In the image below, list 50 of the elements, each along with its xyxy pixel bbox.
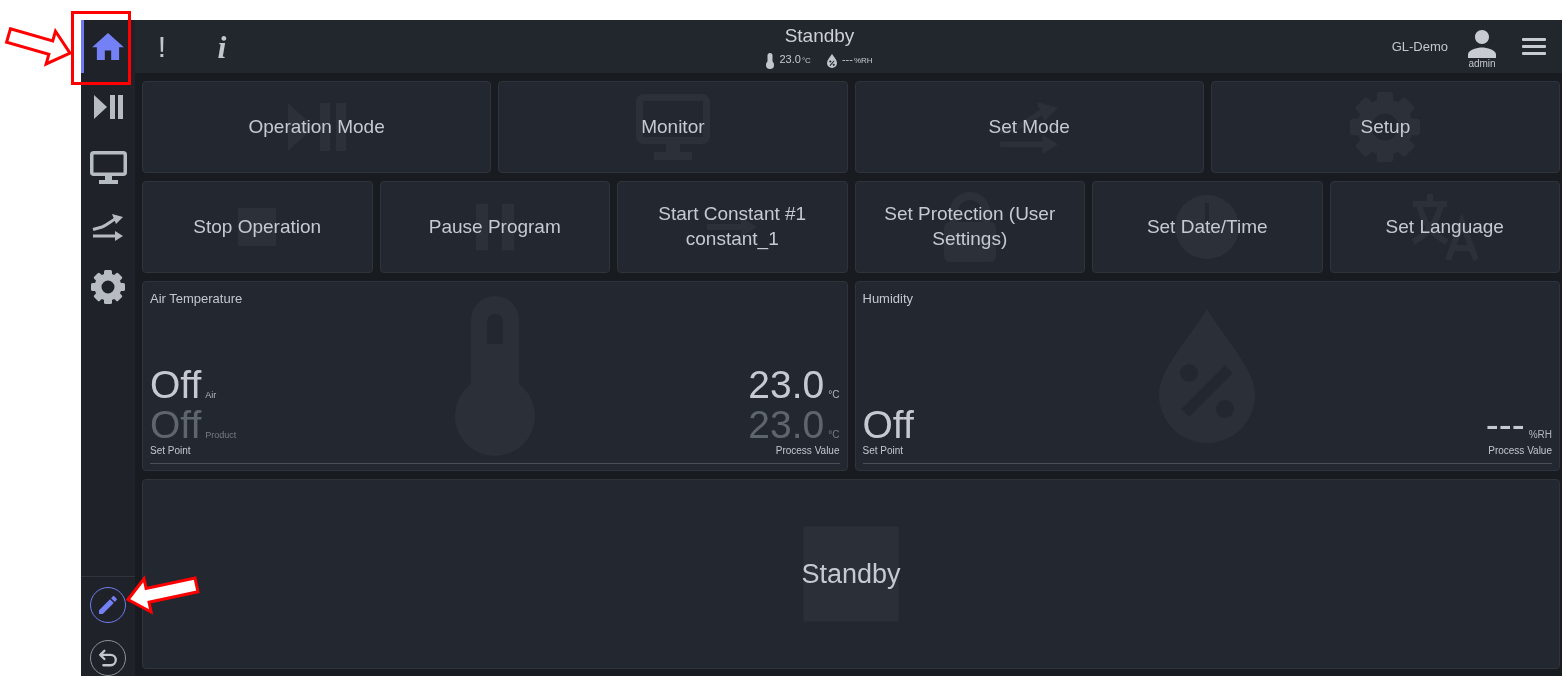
unit-label: %RH	[853, 55, 873, 65]
unit-label: °C	[828, 389, 840, 400]
menu-icon	[1522, 38, 1546, 55]
set-point-value: Off	[150, 365, 202, 405]
action-tile[interactable]: Operation Mode	[142, 81, 492, 173]
set-point-name: Air	[205, 390, 217, 400]
action-tile[interactable]: Set Protection (User Settings)	[854, 181, 1085, 273]
status-text: Standby	[801, 558, 901, 590]
process-value-label: Process Value	[1488, 445, 1552, 457]
info-button[interactable]: i	[207, 28, 237, 65]
action-tile[interactable]: Start Constant #1 constant_1	[617, 181, 848, 273]
home-icon	[92, 33, 124, 60]
action-tile[interactable]: Set Mode	[854, 81, 1204, 173]
person-icon	[1468, 30, 1496, 58]
set-point-value: Off	[150, 405, 202, 445]
set-point-label: Set Point	[150, 445, 191, 457]
set-point-label: Set Point	[862, 445, 904, 457]
reading-value: ---	[841, 52, 853, 65]
pencil-icon	[99, 596, 117, 614]
panel-title: Air Temperature	[150, 291, 243, 307]
set-point-value: Off	[862, 405, 914, 445]
process-value: 23.0	[748, 405, 825, 445]
unit-label: °C	[828, 429, 840, 440]
action-tile[interactable]: Pause Program	[379, 181, 610, 273]
reading-value: 23.0	[779, 52, 801, 65]
unit-label: °C	[801, 55, 811, 65]
process-value: 23.0	[748, 365, 825, 405]
status-title: Standby	[784, 24, 855, 47]
process-value: ---	[1485, 405, 1525, 445]
user-button[interactable]: admin	[1468, 24, 1496, 69]
shuffle-arrows-icon	[92, 213, 124, 241]
gear-icon	[91, 270, 125, 304]
action-tile[interactable]: Stop Operation	[142, 181, 373, 273]
play-pause-icon	[93, 95, 123, 119]
humidity-drop-icon	[826, 53, 837, 68]
menu-button[interactable]	[1522, 38, 1546, 55]
action-tile[interactable]: Set Date/Time	[1092, 181, 1323, 273]
alarm-button[interactable]: !	[147, 28, 177, 65]
action-tile[interactable]: Monitor	[498, 81, 848, 173]
annotation-arrow	[5, 27, 72, 66]
thermometer-icon	[766, 52, 775, 69]
unit-label: %RH	[1528, 429, 1552, 440]
panel-title: Humidity	[862, 291, 914, 307]
undo-icon	[99, 649, 117, 667]
process-value-label: Process Value	[775, 445, 840, 457]
set-point-name: Product	[205, 430, 237, 440]
action-tile[interactable]: Set Language	[1329, 181, 1560, 273]
monitor-icon	[89, 150, 127, 184]
device-name: GL-Demo	[1391, 39, 1448, 54]
action-tile[interactable]: Setup	[1210, 81, 1560, 173]
